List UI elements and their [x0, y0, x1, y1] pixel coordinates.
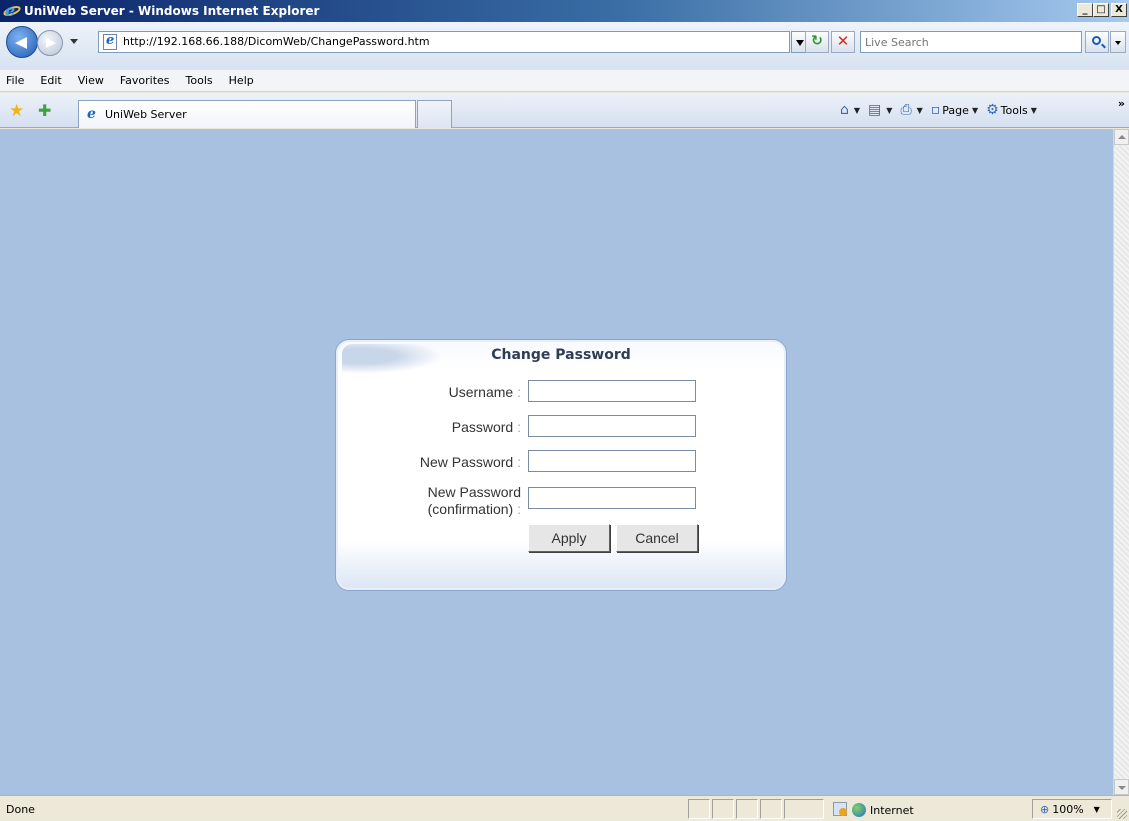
close-button[interactable]: X: [1111, 3, 1127, 17]
forward-button[interactable]: [37, 30, 63, 56]
scroll-up-button[interactable]: [1114, 129, 1129, 145]
search-button[interactable]: [1085, 31, 1109, 53]
dialog-title: Change Password: [491, 347, 631, 363]
menu-file[interactable]: File: [6, 74, 24, 87]
print-icon: ⎙: [900, 102, 912, 118]
new-password-label: New Password :: [419, 454, 521, 470]
back-button[interactable]: [6, 26, 38, 58]
maximize-button[interactable]: □: [1093, 3, 1109, 17]
minimize-button[interactable]: _: [1077, 3, 1093, 17]
chevron-down-icon: ▼: [916, 105, 923, 115]
command-bar: ⌂ ▼ ▤ ▼ ⎙ ▼ ▫ Page ▼ ⚙ Tools ▼: [840, 102, 1045, 118]
change-password-dialog: Change Password Username : Password : Ne…: [335, 339, 787, 591]
cancel-button[interactable]: Cancel: [616, 524, 698, 552]
password-label: Password :: [451, 419, 521, 435]
feeds-button[interactable]: ▤ ▼: [868, 102, 892, 118]
tab-uniweb-server[interactable]: e UniWeb Server: [78, 100, 416, 128]
status-pane: [688, 799, 710, 819]
tab-bar: ★ ✚ e UniWeb Server ⌂ ▼ ▤ ▼ ⎙ ▼ ▫ Page ▼ ⚙ Too…: [0, 93, 1129, 128]
confirm-password-input[interactable]: [529, 488, 695, 508]
menu-bar: File Edit View Favorites Tools Help: [0, 70, 1129, 92]
toolbar-overflow-button[interactable]: »: [1118, 97, 1125, 110]
chevron-down-icon: ▼: [1030, 105, 1037, 115]
stop-icon: ✕: [836, 32, 850, 50]
gear-icon: ⚙: [986, 102, 999, 118]
new-tab-button[interactable]: [417, 100, 452, 128]
feeds-icon: ▤: [868, 102, 882, 118]
chevron-down-icon: ▼: [1093, 805, 1100, 814]
tab-page-icon: e: [87, 106, 96, 122]
new-password-input[interactable]: [529, 451, 695, 471]
search-box[interactable]: [860, 31, 1082, 53]
internet-explorer-icon: e: [2, 1, 22, 20]
zoom-control[interactable]: ⊕ 100% ▼: [1040, 803, 1100, 816]
vertical-scrollbar[interactable]: [1113, 129, 1129, 795]
status-bar: Done Internet ⊕ 100% ▼: [0, 795, 1129, 821]
page-menu-button[interactable]: ▫ Page ▼: [931, 102, 978, 118]
search-icon: [1092, 36, 1101, 45]
favorites-center-icon[interactable]: ★: [9, 101, 24, 121]
menu-view[interactable]: View: [78, 74, 104, 87]
tab-label: UniWeb Server: [105, 108, 187, 121]
status-pane: [784, 799, 824, 819]
window-title: UniWeb Server - Windows Internet Explore…: [24, 4, 320, 18]
password-field[interactable]: [528, 415, 696, 437]
search-input[interactable]: [861, 32, 1081, 52]
globe-icon: [852, 803, 866, 817]
menu-help[interactable]: Help: [229, 74, 254, 87]
tools-menu-label: Tools: [1000, 103, 1028, 117]
zoom-level: 100%: [1052, 803, 1084, 816]
status-pane: [760, 799, 782, 819]
apply-button[interactable]: Apply: [528, 524, 610, 552]
chevron-down-icon: ▼: [853, 105, 861, 115]
window-controls: _ □ X: [1077, 3, 1127, 17]
menu-favorites[interactable]: Favorites: [120, 74, 170, 87]
protected-mode-icon[interactable]: [833, 802, 847, 816]
page-menu-label: Page: [942, 103, 969, 117]
status-pane: [712, 799, 734, 819]
home-button[interactable]: ⌂ ▼: [840, 102, 860, 118]
menu-tools[interactable]: Tools: [186, 74, 213, 87]
zone-label: Internet: [870, 803, 914, 817]
chevron-down-icon: ▼: [886, 105, 893, 115]
resize-grip[interactable]: [1117, 809, 1127, 819]
menu-edit[interactable]: Edit: [40, 74, 61, 87]
scroll-down-button[interactable]: [1114, 779, 1129, 795]
username-input[interactable]: [529, 381, 695, 401]
confirm-password-field[interactable]: [528, 487, 696, 509]
confirm-password-label: New Password (confirmation) :: [427, 484, 521, 517]
navigation-bar: http://192.168.66.188/DicomWeb/ChangePas…: [0, 22, 1129, 70]
password-input[interactable]: [529, 416, 695, 436]
home-icon: ⌂: [840, 102, 849, 118]
username-label: Username :: [448, 384, 521, 400]
address-bar[interactable]: http://192.168.66.188/DicomWeb/ChangePas…: [98, 31, 790, 53]
username-field[interactable]: [528, 380, 696, 402]
new-password-field[interactable]: [528, 450, 696, 472]
security-zone[interactable]: Internet: [852, 803, 914, 817]
chevron-down-icon: ▼: [971, 105, 979, 115]
search-options-dropdown[interactable]: [1110, 31, 1126, 53]
status-pane: [736, 799, 758, 819]
window-title-bar[interactable]: e UniWeb Server - Windows Internet Explo…: [0, 0, 1129, 22]
tools-menu-button[interactable]: ⚙ Tools ▼: [986, 102, 1037, 118]
refresh-icon: ↻: [811, 33, 823, 49]
stop-button[interactable]: ✕: [831, 31, 855, 53]
status-text: Done: [6, 803, 35, 816]
add-favorites-icon[interactable]: ✚: [38, 101, 51, 121]
refresh-button[interactable]: ↻: [805, 31, 829, 53]
zoom-icon: ⊕: [1040, 803, 1050, 816]
recent-pages-dropdown-icon[interactable]: [70, 39, 78, 44]
page-icon: ▫: [930, 102, 941, 118]
print-button[interactable]: ⎙ ▼: [900, 102, 922, 118]
page-icon: [103, 33, 117, 50]
address-url[interactable]: http://192.168.66.188/DicomWeb/ChangePas…: [123, 35, 430, 48]
